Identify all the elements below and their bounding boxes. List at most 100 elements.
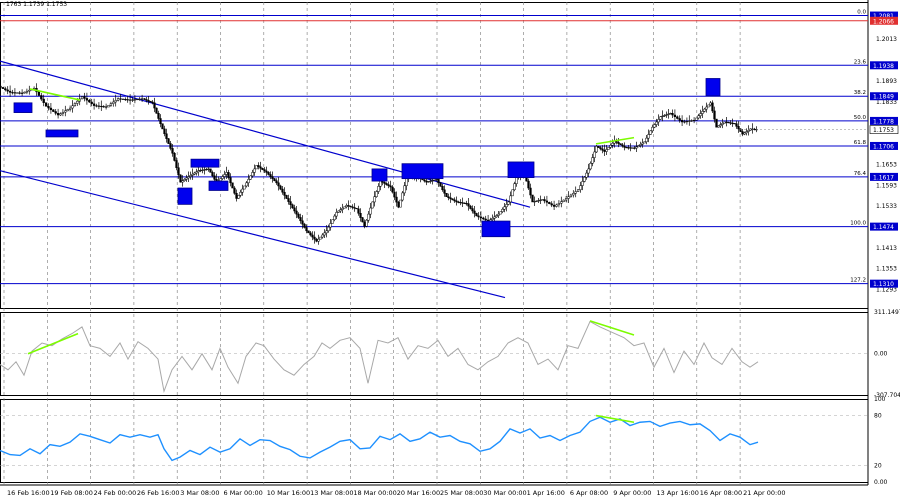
price-level-badge-text: 1.1706 — [873, 143, 894, 150]
candle-body — [18, 92, 21, 94]
candle-body — [703, 108, 706, 112]
candle-body — [552, 204, 556, 207]
candle-body — [387, 184, 390, 187]
candle-body — [543, 199, 546, 202]
candle-body — [221, 176, 224, 179]
candle-body — [663, 115, 666, 117]
candle-body — [325, 230, 328, 234]
candle-body — [467, 203, 470, 207]
candle-body — [295, 210, 298, 215]
candle-body — [503, 206, 506, 210]
candle-body — [671, 113, 674, 116]
candle-body — [327, 226, 330, 232]
candle-body — [267, 172, 270, 175]
candle-body — [511, 189, 514, 197]
highlight-zone — [190, 158, 220, 168]
candle-body — [116, 98, 120, 101]
time-tick-label: 16 Apr 08:00 — [700, 489, 742, 497]
time-tick-label: 16 Feb 16:00 — [7, 489, 50, 497]
candle-body — [251, 172, 254, 177]
price-level-badge-text: 1.1938 — [873, 63, 894, 70]
candle-body — [121, 98, 125, 100]
candle-body — [273, 178, 276, 181]
highlight-zone — [208, 180, 229, 191]
candle-body — [369, 207, 372, 215]
candle-body — [219, 178, 222, 181]
candle-body — [497, 213, 500, 216]
candle-body — [680, 119, 684, 123]
price-tick-label: 1.1353 — [876, 266, 897, 273]
candle-body — [177, 167, 180, 176]
candle-body — [607, 147, 610, 150]
candle-body — [140, 98, 144, 100]
candle-body — [529, 187, 532, 196]
candle-body — [124, 98, 127, 101]
candle-body — [527, 180, 530, 189]
rsi-tick-label: 0.00 — [874, 479, 888, 486]
candle-body — [445, 193, 448, 197]
rsi-line — [0, 416, 759, 462]
candle-body — [285, 195, 288, 199]
candle-body — [309, 232, 312, 236]
candle-body — [195, 171, 198, 174]
price-level-badge-text: 1.1617 — [873, 174, 894, 181]
candle-body — [647, 134, 650, 139]
time-tick-label: 1 Apr 16:00 — [527, 489, 565, 497]
candle-body — [203, 169, 206, 171]
candle-body — [405, 178, 408, 187]
candle-body — [179, 174, 182, 183]
candle-body — [155, 107, 158, 114]
candle-body — [548, 202, 551, 204]
candle-body — [343, 206, 346, 209]
candle-body — [625, 147, 628, 149]
candle-body — [539, 199, 542, 201]
cci-divergence-line — [27, 332, 79, 355]
candle-body — [393, 191, 396, 198]
candle-body — [701, 111, 704, 114]
candle-body — [313, 236, 316, 240]
candle-body — [435, 179, 438, 181]
candle-body — [479, 216, 483, 219]
candle-body — [727, 122, 730, 124]
candle-body — [581, 181, 584, 186]
time-tick-label: 21 Apr 00:00 — [743, 489, 785, 497]
candle-body — [651, 126, 654, 132]
candle-body — [589, 163, 592, 170]
candle-body — [685, 121, 689, 123]
candle-body — [567, 196, 570, 199]
candle-body — [705, 106, 708, 110]
candle-body — [211, 172, 214, 177]
candle-body — [225, 172, 228, 175]
candle-body — [747, 129, 750, 132]
candle-body — [128, 99, 132, 101]
candle-body — [183, 179, 186, 181]
candle-body — [337, 210, 340, 213]
candle-body — [209, 168, 212, 173]
candle-body — [275, 180, 278, 184]
candle-body — [37, 91, 41, 96]
candle-body — [743, 132, 746, 135]
candle-body — [659, 116, 662, 120]
candle-body — [509, 195, 512, 203]
candle-body — [649, 130, 652, 135]
candle-body — [231, 182, 234, 189]
candle-body — [353, 207, 356, 209]
candle-body — [193, 172, 196, 175]
candle-body — [599, 147, 602, 150]
candle-body — [90, 101, 93, 105]
candle-body — [112, 101, 115, 104]
candle-body — [265, 170, 268, 173]
candle-body — [637, 145, 640, 148]
candle-body — [54, 111, 57, 114]
candle-body — [4, 88, 7, 91]
highlight-zone — [371, 168, 388, 182]
cci-line — [0, 320, 759, 394]
candle-body — [745, 131, 748, 134]
candle-body — [119, 98, 122, 100]
candle-body — [169, 143, 172, 149]
candle-body — [73, 103, 77, 107]
candle-body — [437, 179, 440, 184]
candle-body — [639, 144, 642, 146]
candle-body — [149, 100, 152, 103]
candle-body — [385, 183, 388, 185]
